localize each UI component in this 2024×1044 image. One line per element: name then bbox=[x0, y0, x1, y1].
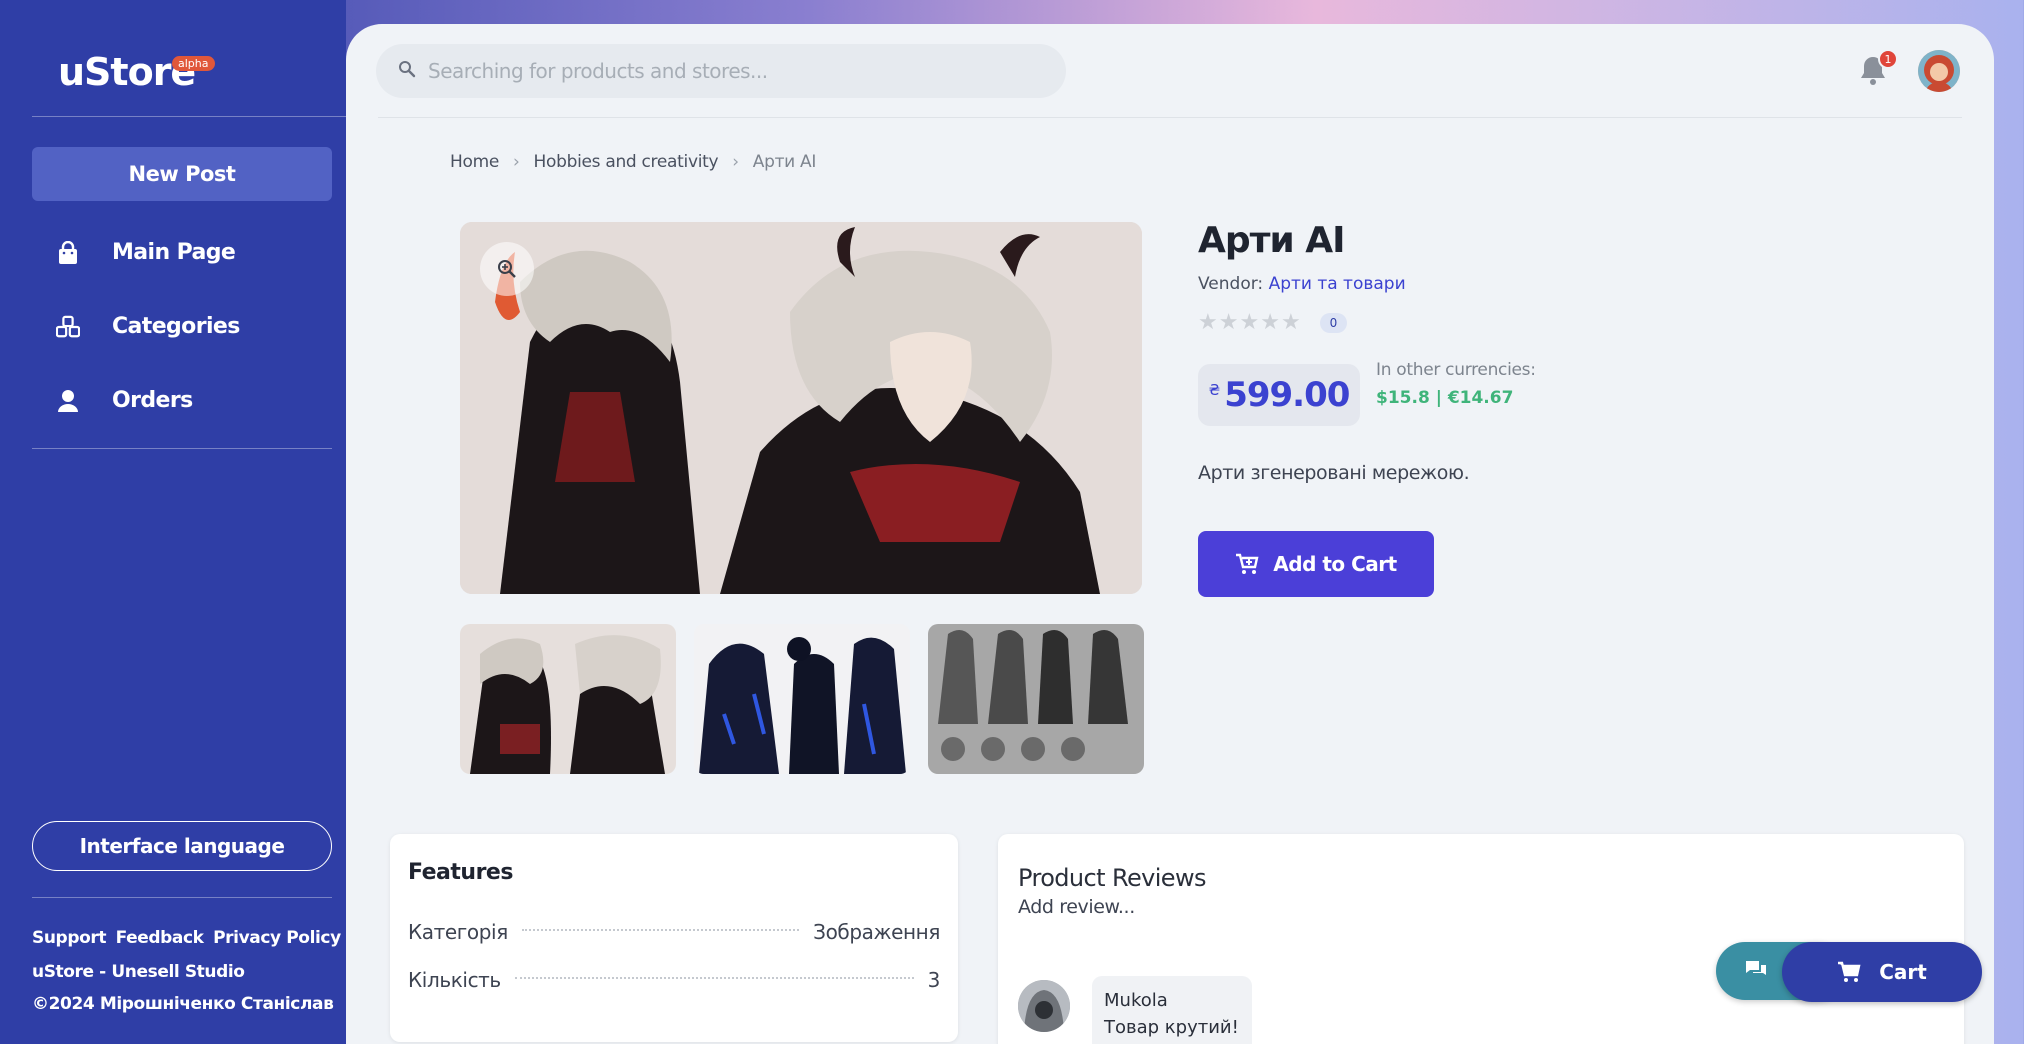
feature-row: Кількість 3 bbox=[408, 968, 940, 992]
currency-symbol: ₴ bbox=[1208, 381, 1221, 399]
chevron-right-icon: › bbox=[513, 152, 520, 172]
product-main-image[interactable] bbox=[460, 222, 1142, 594]
search-bar[interactable] bbox=[376, 44, 1066, 98]
cart-plus-icon bbox=[1235, 553, 1259, 575]
feature-value: Зображення bbox=[813, 920, 940, 944]
cart-icon bbox=[1837, 961, 1861, 983]
feature-key: Категорія bbox=[408, 920, 508, 944]
chevron-right-icon: › bbox=[732, 152, 739, 172]
cart-button[interactable]: Cart bbox=[1782, 942, 1982, 1002]
star-icon[interactable]: ★ bbox=[1239, 310, 1259, 335]
sidebar-divider bbox=[32, 116, 346, 117]
price-value: 599.00 bbox=[1224, 375, 1350, 415]
review-text: Товар крутий! bbox=[1104, 1017, 1239, 1038]
review-author: Mukola bbox=[1104, 990, 1168, 1011]
feature-key: Кількість bbox=[408, 968, 501, 992]
product-thumbnail[interactable] bbox=[460, 624, 676, 774]
footer-copyright: ©2024 Мірошніченко Станіслав bbox=[32, 994, 334, 1014]
product-description: Арти згенеровані мережою. bbox=[1198, 462, 1470, 484]
product-thumbnail[interactable] bbox=[694, 624, 910, 774]
sidebar-item-label: Main Page bbox=[112, 240, 236, 265]
other-currencies-value: $15.8 | €14.67 bbox=[1376, 388, 1514, 408]
comments-icon bbox=[1744, 959, 1768, 983]
user-icon bbox=[56, 389, 80, 413]
feedback-link[interactable]: Feedback bbox=[116, 928, 204, 948]
price-box: ₴ 599.00 bbox=[1198, 364, 1360, 426]
rating-count-badge: 0 bbox=[1319, 312, 1348, 333]
shopping-bag-icon bbox=[56, 240, 80, 265]
breadcrumb-home[interactable]: Home bbox=[450, 152, 499, 172]
notification-badge: 1 bbox=[1878, 49, 1898, 69]
sidebar-item-label: Categories bbox=[112, 314, 240, 339]
feature-value: 3 bbox=[927, 968, 941, 992]
sidebar-item-label: Orders bbox=[112, 388, 193, 413]
reviews-title: Product Reviews bbox=[1018, 864, 1206, 892]
breadcrumb: Home › Hobbies and creativity › Арти AI bbox=[450, 152, 816, 172]
cart-label: Cart bbox=[1879, 960, 1927, 984]
breadcrumb-current: Арти AI bbox=[752, 152, 817, 172]
dotted-leader bbox=[514, 977, 914, 979]
sidebar-divider bbox=[32, 448, 332, 449]
review-bubble: Mukola Товар крутий! bbox=[1092, 976, 1252, 1044]
add-review-link[interactable]: Add review... bbox=[1018, 896, 1135, 918]
dotted-leader bbox=[521, 929, 800, 931]
features-title: Features bbox=[408, 860, 513, 885]
main-panel: 1 Home › Hobbies and creativity › Арти A… bbox=[346, 24, 1994, 1044]
star-icon[interactable]: ★ bbox=[1219, 310, 1239, 335]
product-thumbnail[interactable] bbox=[928, 624, 1144, 774]
vendor-label: Vendor: bbox=[1198, 274, 1264, 294]
rating-stars: ★ ★ ★ ★ ★ 0 bbox=[1198, 310, 1348, 335]
user-avatar[interactable] bbox=[1918, 50, 1960, 92]
features-card: Features Категорія Зображення Кількість … bbox=[390, 834, 958, 1042]
footer-links: Support Feedback Privacy Policy bbox=[32, 928, 345, 948]
support-link[interactable]: Support bbox=[32, 928, 106, 948]
zoom-in-icon[interactable] bbox=[480, 242, 534, 296]
add-to-cart-label: Add to Cart bbox=[1273, 552, 1397, 576]
star-icon[interactable]: ★ bbox=[1281, 310, 1301, 335]
reviews-card: Product Reviews Add review... Mukola Тов… bbox=[998, 834, 1964, 1044]
add-to-cart-button[interactable]: Add to Cart bbox=[1198, 531, 1434, 597]
interface-language-button[interactable]: Interface language bbox=[32, 821, 332, 871]
cubes-icon bbox=[56, 315, 80, 339]
privacy-policy-link[interactable]: Privacy Policy bbox=[213, 928, 341, 948]
vendor-line: Vendor: Арти та товари bbox=[1198, 274, 1406, 294]
search-icon bbox=[398, 60, 416, 82]
sidebar-item-orders[interactable]: Orders bbox=[56, 388, 193, 413]
star-icon[interactable]: ★ bbox=[1198, 310, 1218, 335]
breadcrumb-category[interactable]: Hobbies and creativity bbox=[534, 152, 719, 172]
sidebar-divider bbox=[32, 897, 332, 898]
sidebar: uStore alpha New Post Main Page Categori… bbox=[0, 0, 346, 1044]
star-icon[interactable]: ★ bbox=[1260, 310, 1280, 335]
search-input[interactable] bbox=[428, 59, 1028, 83]
header-divider bbox=[378, 117, 1962, 118]
sidebar-item-main-page[interactable]: Main Page bbox=[56, 240, 236, 265]
vendor-link[interactable]: Арти та товари bbox=[1269, 274, 1406, 294]
sidebar-item-categories[interactable]: Categories bbox=[56, 314, 240, 339]
footer-studio: uStore - Unesell Studio bbox=[32, 962, 245, 982]
reviewer-avatar bbox=[1018, 980, 1070, 1032]
alpha-badge: alpha bbox=[172, 56, 215, 71]
other-currencies-label: In other currencies: bbox=[1376, 360, 1536, 380]
new-post-button[interactable]: New Post bbox=[32, 147, 332, 201]
product-title: Арти AI bbox=[1198, 220, 1346, 261]
feature-row: Категорія Зображення bbox=[408, 920, 940, 944]
